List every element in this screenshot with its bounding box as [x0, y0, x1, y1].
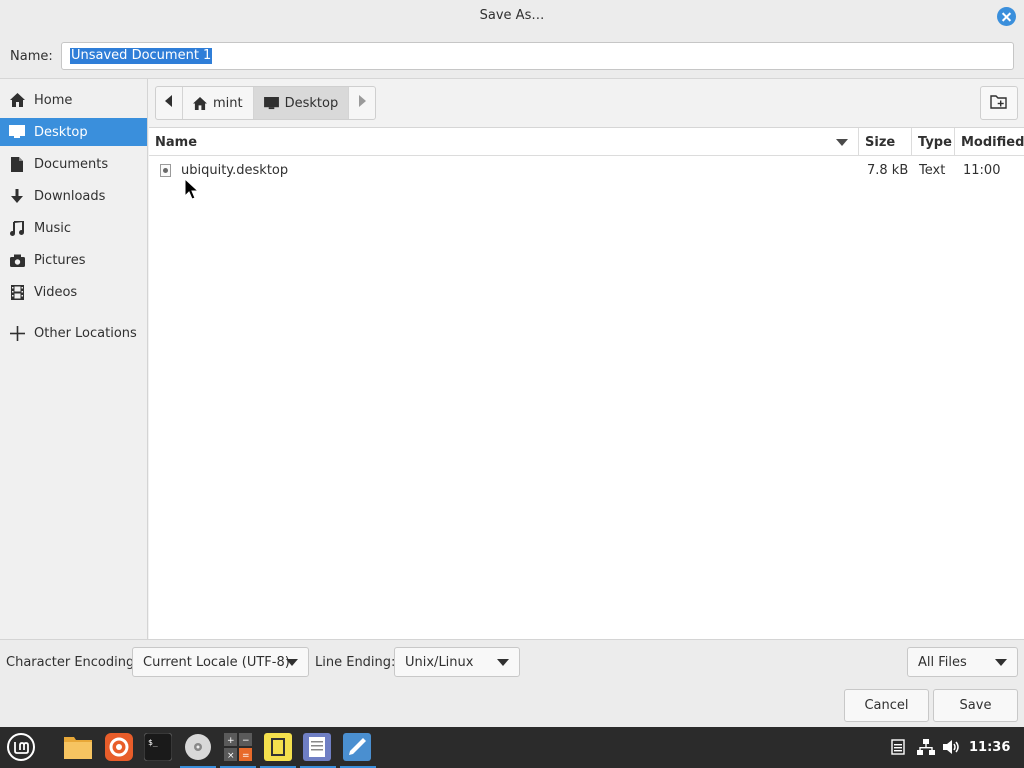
table-row[interactable]: ubiquity.desktop 7.8 kB Text 11:00 — [149, 157, 1024, 183]
svg-text:−: − — [242, 736, 250, 746]
camera-icon — [8, 252, 26, 268]
file-filter-value: All Files — [918, 654, 967, 670]
options-bar: Character Encoding: Current Locale (UTF-… — [0, 639, 1024, 727]
sidebar-item-label: Music — [34, 220, 71, 236]
column-size[interactable]: Size — [859, 128, 912, 156]
sidebar-item-downloads[interactable]: Downloads — [0, 182, 147, 210]
sidebar-item-desktop[interactable]: Desktop — [0, 118, 147, 146]
sidebar-item-label: Documents — [34, 156, 109, 172]
sidebar-item-label: Desktop — [34, 124, 88, 140]
path-item-desktop[interactable]: Desktop — [253, 87, 350, 119]
file-type: Text — [919, 162, 946, 178]
film-icon — [8, 284, 26, 300]
column-size-label: Size — [865, 134, 896, 150]
save-button[interactable]: Save — [933, 689, 1018, 722]
desktop-icon — [8, 124, 26, 140]
name-label: Name: — [10, 49, 53, 64]
chevron-right-icon — [358, 95, 367, 111]
plus-icon — [8, 325, 26, 341]
title-bar: Save As… — [0, 0, 1024, 34]
column-name-label: Name — [155, 134, 198, 150]
desktop-icon — [263, 96, 279, 110]
sidebar-item-label: Videos — [34, 284, 78, 300]
encoding-label: Character Encoding: — [6, 655, 139, 670]
document-icon — [8, 156, 26, 172]
chevron-down-icon — [995, 659, 1007, 666]
sidebar-item-other-locations[interactable]: Other Locations — [0, 319, 147, 347]
chevron-down-icon — [497, 659, 509, 666]
notes-icon[interactable] — [263, 732, 293, 762]
new-folder-button[interactable] — [980, 86, 1018, 120]
sidebar-item-label: Pictures — [34, 252, 86, 268]
column-name[interactable]: Name — [149, 128, 859, 156]
new-folder-icon — [990, 94, 1008, 113]
chevron-left-icon — [165, 95, 173, 111]
close-button[interactable] — [997, 7, 1016, 26]
line-ending-select[interactable]: Unix/Linux — [394, 647, 520, 677]
sidebar-item-label: Home — [34, 92, 73, 108]
column-modified-label: Modified — [961, 134, 1024, 150]
file-modified: 11:00 — [963, 162, 1001, 178]
sidebar-item-label: Other Locations — [34, 325, 137, 341]
path-back-button[interactable] — [156, 87, 183, 119]
sort-down-icon — [836, 139, 848, 146]
download-icon — [8, 188, 26, 204]
network-icon[interactable] — [917, 738, 935, 756]
column-modified[interactable]: Modified — [955, 128, 1024, 156]
line-ending-value: Unix/Linux — [405, 654, 474, 670]
desktop-file-icon — [160, 163, 171, 177]
file-list: Name Size Type Modified ubiquity.desktop… — [149, 127, 1024, 639]
text-editor-icon[interactable] — [302, 732, 332, 762]
sidebar-item-music[interactable]: Music — [0, 214, 147, 242]
encoding-value: Current Locale (UTF-8) — [143, 654, 290, 670]
file-name-cell: ubiquity.desktop — [149, 157, 849, 183]
svg-text:×: × — [227, 751, 235, 761]
path-forward-button[interactable] — [349, 87, 375, 119]
divider — [0, 78, 1024, 79]
file-filter-select[interactable]: All Files — [907, 647, 1018, 677]
column-type[interactable]: Type — [912, 128, 955, 156]
places-sidebar: Home Desktop Documents Downloads Music P… — [0, 79, 148, 639]
encoding-select[interactable]: Current Locale (UTF-8) — [132, 647, 309, 677]
column-header: Name Size Type Modified — [149, 128, 1024, 156]
filename-value[interactable]: Unsaved Document 1 — [70, 48, 213, 64]
calculator-icon[interactable]: + − × = — [223, 732, 253, 762]
path-item-label: Desktop — [284, 95, 339, 111]
terminal-icon[interactable]: $_ — [143, 732, 173, 762]
sidebar-item-pictures[interactable]: Pictures — [0, 246, 147, 274]
cancel-button[interactable]: Cancel — [844, 689, 929, 722]
path-item-mint[interactable]: mint — [183, 87, 254, 119]
filename-input[interactable]: Unsaved Document 1 — [61, 42, 1014, 70]
disc-icon[interactable] — [183, 732, 213, 762]
path-bar: mint Desktop — [155, 86, 377, 120]
firefox-icon[interactable] — [104, 732, 134, 762]
sidebar-item-documents[interactable]: Documents — [0, 150, 147, 178]
line-ending-label: Line Ending: — [315, 655, 396, 670]
chevron-down-icon — [286, 659, 298, 666]
window-title: Save As… — [479, 8, 545, 23]
file-size: 7.8 kB — [867, 162, 909, 178]
home-icon — [193, 96, 207, 110]
file-name: ubiquity.desktop — [181, 162, 289, 178]
text-editor-pen-icon[interactable] — [342, 732, 372, 762]
svg-text:$_: $_ — [148, 738, 158, 747]
sidebar-item-home[interactable]: Home — [0, 86, 147, 114]
music-icon — [8, 220, 26, 236]
taskbar: $_ + − × = 11:36 — [0, 727, 1024, 768]
volume-icon[interactable] — [943, 738, 961, 756]
sidebar-item-videos[interactable]: Videos — [0, 278, 147, 306]
menu-icon[interactable] — [6, 732, 36, 762]
clock[interactable]: 11:36 — [969, 740, 1010, 755]
clipboard-icon[interactable] — [891, 738, 905, 756]
sidebar-item-label: Downloads — [34, 188, 106, 204]
home-icon — [8, 92, 26, 108]
svg-text:=: = — [242, 751, 250, 761]
name-row: Name: Unsaved Document 1 — [0, 34, 1024, 78]
svg-text:+: + — [227, 736, 235, 746]
files-icon[interactable] — [63, 732, 93, 762]
path-item-label: mint — [213, 95, 243, 111]
column-type-label: Type — [918, 134, 952, 150]
